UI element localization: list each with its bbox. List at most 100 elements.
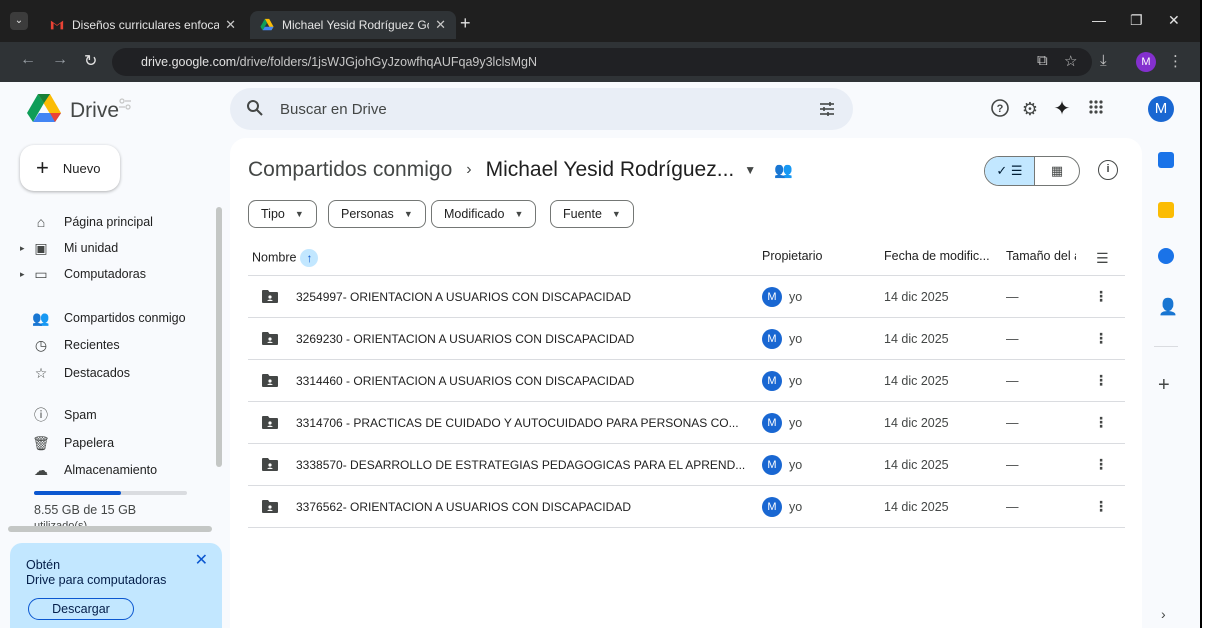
table-row[interactable]: 3338570- DESARROLLO DE ESTRATEGIAS PEDAG… — [248, 444, 1125, 486]
gemini-sparkle-icon[interactable]: ✦ — [1051, 98, 1073, 120]
more-actions-icon[interactable]: ⋮ — [1094, 288, 1108, 305]
drive-logo[interactable] — [26, 93, 62, 123]
url-text[interactable]: drive.google.com/drive/folders/1jsWJGjoh… — [141, 55, 537, 69]
breadcrumb-current[interactable]: Michael Yesid Rodríguez... — [486, 158, 735, 182]
promo-line-1: Obtén — [26, 558, 61, 572]
details-info-icon[interactable]: i — [1098, 160, 1118, 180]
new-tab-button[interactable]: + — [460, 13, 471, 34]
search-options-icon[interactable] — [817, 99, 837, 119]
add-addon-icon[interactable]: + — [1158, 374, 1170, 397]
keep-icon[interactable] — [1158, 202, 1174, 218]
modified-date: 14 dic 2025 — [884, 500, 949, 514]
filter-source-chip[interactable]: Fuente ▼ — [550, 200, 634, 228]
sidebar-item-storage[interactable]: ☁ Almacenamiento — [20, 458, 157, 482]
more-actions-icon[interactable]: ⋮ — [1094, 372, 1108, 389]
account-avatar[interactable]: M — [1148, 96, 1174, 122]
breadcrumb: Compartidos conmigo › Michael Yesid Rodr… — [248, 158, 793, 182]
sidebar-scrollbar[interactable] — [216, 207, 222, 467]
more-actions-icon[interactable]: ⋮ — [1094, 414, 1108, 431]
back-icon[interactable]: ← — [20, 51, 36, 69]
contacts-icon[interactable]: 👤 — [1158, 300, 1178, 316]
filter-people-chip[interactable]: Personas ▼ — [328, 200, 426, 228]
more-actions-icon[interactable]: ⋮ — [1094, 498, 1108, 515]
file-name[interactable]: 3376562- ORIENTACION A USUARIOS CON DISC… — [296, 500, 746, 514]
tab-gmail[interactable]: Diseños curriculares enfocados ✕ — [40, 11, 246, 39]
search-bar[interactable]: Buscar en Drive — [230, 88, 853, 130]
file-name[interactable]: 3254997- ORIENTACION A USUARIOS CON DISC… — [296, 290, 746, 304]
expand-caret-icon[interactable]: ▸ — [20, 269, 32, 280]
restore-icon[interactable]: ❐ — [1130, 12, 1143, 29]
desktop-promo-card: Obtén Drive para computadoras ✕ Descarga… — [10, 543, 222, 628]
minimize-icon[interactable]: — — [1092, 12, 1106, 28]
expand-caret-icon[interactable]: ▸ — [20, 243, 32, 254]
sidebar-item-home[interactable]: ⌂ Página principal — [20, 210, 153, 234]
help-icon[interactable]: ? — [989, 98, 1011, 120]
tab-drive[interactable]: Michael Yesid Rodríguez Gonzá ✕ — [250, 11, 456, 39]
close-tab-icon[interactable]: ✕ — [225, 17, 236, 33]
list-view-button[interactable]: ✓ ☰ — [985, 157, 1035, 185]
bookmark-star-icon[interactable]: ☆ — [1064, 52, 1077, 70]
search-icon[interactable] — [246, 99, 264, 117]
sidebar-item-my-drive[interactable]: ▸ ▣ Mi unidad — [20, 236, 118, 260]
site-info-icon[interactable] — [118, 97, 132, 111]
file-name[interactable]: 3269230 - ORIENTACION A USUARIOS CON DIS… — [296, 332, 746, 346]
filter-type-chip[interactable]: Tipo ▼ — [248, 200, 317, 228]
settings-gear-icon[interactable]: ⚙ — [1019, 98, 1041, 120]
column-header-size[interactable]: Tamaño del a — [1006, 249, 1076, 263]
file-name[interactable]: 3314706 - PRACTICAS DE CUIDADO Y AUTOCUI… — [296, 416, 746, 430]
search-input[interactable]: Buscar en Drive — [280, 101, 387, 118]
sidebar-item-computers[interactable]: ▸ ▭ Computadoras — [20, 262, 146, 286]
promo-close-icon[interactable]: ✕ — [195, 550, 208, 570]
drive-brand[interactable]: Drive — [70, 99, 119, 123]
more-actions-icon[interactable]: ⋮ — [1094, 330, 1108, 347]
sidebar-item-shared[interactable]: 👥 Compartidos conmigo — [20, 306, 185, 330]
table-row[interactable]: 3254997- ORIENTACION A USUARIOS CON DISC… — [248, 276, 1125, 318]
shared-people-icon[interactable]: 👥 — [774, 161, 793, 179]
column-header-owner[interactable]: Propietario — [762, 249, 822, 263]
calendar-icon[interactable] — [1158, 152, 1174, 168]
sort-options-icon[interactable]: ☰ — [1096, 250, 1109, 267]
folder-menu-dropdown-icon[interactable]: ▼ — [744, 163, 756, 177]
sidebar-item-starred[interactable]: ☆ Destacados — [20, 361, 130, 385]
tab-title: Diseños curriculares enfocados — [72, 18, 220, 32]
downloads-icon[interactable]: ⤓ — [1100, 52, 1107, 69]
table-row[interactable]: 3314460 - ORIENTACION A USUARIOS CON DIS… — [248, 360, 1125, 402]
sort-ascending-icon[interactable]: ↑ — [300, 249, 319, 267]
chevron-right-icon[interactable]: › — [1161, 606, 1166, 622]
profile-avatar[interactable]: M — [1136, 52, 1156, 72]
file-name[interactable]: 3314460 - ORIENTACION A USUARIOS CON DIS… — [296, 374, 746, 388]
close-window-icon[interactable]: ✕ — [1168, 12, 1180, 29]
filter-modified-chip[interactable]: Modificado ▼ — [431, 200, 537, 228]
reload-icon[interactable]: ↻ — [84, 51, 97, 71]
clock-icon: ◷ — [34, 336, 48, 353]
column-header-modified[interactable]: Fecha de modific... — [884, 249, 990, 263]
star-icon: ☆ — [34, 364, 48, 381]
owner-name: yo — [789, 458, 803, 472]
sidebar-item-label: Computadoras — [64, 267, 146, 281]
close-tab-icon[interactable]: ✕ — [435, 17, 446, 33]
grid-view-button[interactable]: ▦ — [1035, 157, 1079, 185]
tasks-icon[interactable] — [1158, 248, 1174, 264]
install-app-icon[interactable]: ⧉ — [1037, 52, 1048, 69]
sidebar-item-trash[interactable]: 🗑 Papelera — [20, 431, 114, 455]
new-button[interactable]: + Nuevo — [20, 145, 120, 191]
spam-icon: ⓘ — [34, 407, 48, 423]
table-row[interactable]: 3376562- ORIENTACION A USUARIOS CON DISC… — [248, 486, 1125, 528]
table-row[interactable]: 3314706 - PRACTICAS DE CUIDADO Y AUTOCUI… — [248, 402, 1125, 444]
shared-folder-icon — [262, 290, 278, 303]
download-button[interactable]: Descargar — [28, 598, 134, 620]
sidebar-item-recent[interactable]: ◷ Recientes — [20, 333, 120, 357]
sidebar-item-label: Mi unidad — [64, 241, 119, 255]
browser-menu-icon[interactable]: ⋮ — [1168, 52, 1183, 70]
tab-search-button[interactable]: ⌄ — [10, 12, 28, 30]
sidebar-item-spam[interactable]: ⓘ Spam — [20, 403, 97, 427]
column-header-name[interactable]: Nombre ↑ — [252, 249, 319, 267]
sidebar-horizontal-scrollbar[interactable] — [8, 526, 212, 532]
table-row[interactable]: 3269230 - ORIENTACION A USUARIOS CON DIS… — [248, 318, 1125, 360]
apps-grid-icon[interactable] — [1085, 98, 1107, 120]
breadcrumb-root[interactable]: Compartidos conmigo — [248, 158, 452, 182]
file-name[interactable]: 3338570- DESARROLLO DE ESTRATEGIAS PEDAG… — [296, 458, 746, 472]
more-actions-icon[interactable]: ⋮ — [1094, 456, 1108, 473]
forward-icon[interactable]: → — [52, 51, 68, 69]
file-size: — — [1006, 500, 1019, 514]
